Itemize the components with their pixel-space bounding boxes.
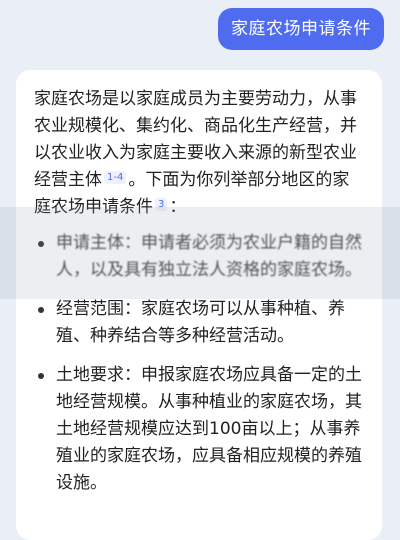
bullet-icon [38, 307, 44, 313]
conditions-list: 申请主体：申请者必须为农业户籍的自然人，以及具有独立法人资格的家庭农场。 经营范… [34, 230, 366, 497]
user-message-bubble[interactable]: 家庭农场申请条件 [218, 8, 384, 50]
intro-colon: ： [169, 197, 187, 217]
bullet-icon [38, 241, 44, 247]
chat-view: 家庭农场申请条件 家庭农场是以家庭成员为主要劳动力，从事农业规模化、集约化、商品… [0, 0, 400, 540]
answer-intro: 家庭农场是以家庭成员为主要劳动力，从事农业规模化、集约化、商品化生产经营，并以农… [34, 86, 366, 221]
citation-badge[interactable]: 3 [155, 198, 168, 211]
list-item: 经营范围：家庭农场可以从事种植、养殖、种养结合等多种经营活动。 [34, 296, 366, 350]
bullet-icon [38, 373, 44, 379]
citation-badge[interactable]: 1-4 [104, 171, 127, 184]
list-item-text: 经营范围：家庭农场可以从事种植、养殖、种养结合等多种经营活动。 [56, 299, 345, 346]
list-item-text: 土地要求：申报家庭农场应具备一定的土地经营规模。从事种植业的家庭农场，其土地经营… [56, 365, 362, 493]
list-item: 申请主体：申请者必须为农业户籍的自然人，以及具有独立法人资格的家庭农场。 [34, 230, 366, 284]
list-item-text: 申请主体：申请者必须为农业户籍的自然人，以及具有独立法人资格的家庭农场。 [56, 233, 362, 280]
list-item: 土地要求：申报家庭农场应具备一定的土地经营规模。从事种植业的家庭农场，其土地经营… [34, 362, 366, 497]
assistant-answer-card: 家庭农场是以家庭成员为主要劳动力，从事农业规模化、集约化、商品化生产经营，并以农… [16, 70, 382, 540]
